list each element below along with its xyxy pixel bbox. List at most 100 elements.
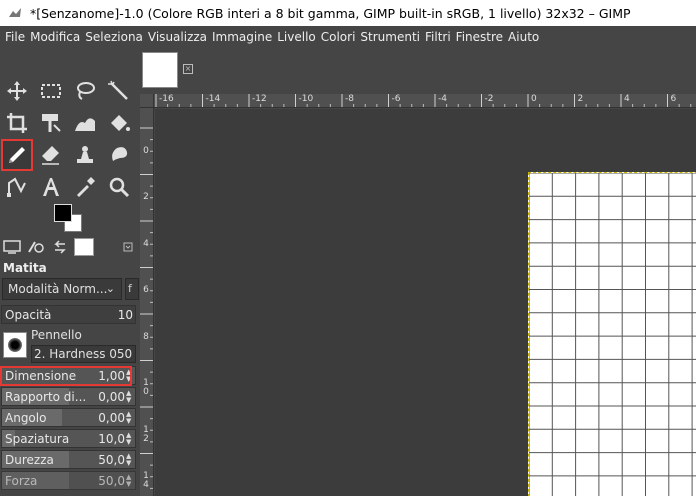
force-slider[interactable]: Forza 50,0 ▲ ▼ bbox=[1, 471, 136, 490]
device-status-tab[interactable] bbox=[26, 238, 46, 256]
move-icon bbox=[7, 81, 27, 101]
menu-finestre[interactable]: Finestre bbox=[455, 30, 507, 44]
brush-name[interactable]: 2. Hardness 050 bbox=[31, 345, 136, 363]
dock-menu-icon[interactable] bbox=[123, 241, 133, 252]
canvas-area[interactable] bbox=[155, 109, 696, 496]
angle-label: Angolo bbox=[5, 411, 47, 425]
menu-modifica[interactable]: Modifica bbox=[29, 30, 84, 44]
image-tab-bar: × bbox=[137, 48, 696, 94]
device-status-icon bbox=[28, 241, 44, 253]
ratio-value: 0,00 bbox=[98, 390, 125, 404]
lasso-icon bbox=[77, 82, 95, 100]
opacity-label: Opacità bbox=[5, 308, 52, 322]
transform-icon bbox=[42, 114, 61, 132]
spin-arrows-icon[interactable]: ▲ ▼ bbox=[126, 432, 134, 446]
ruler-tick-label: 2 bbox=[577, 94, 584, 104]
opacity-slider[interactable]: Opacità 10 bbox=[1, 305, 136, 324]
spin-arrows-icon[interactable]: ▲ ▼ bbox=[126, 453, 134, 467]
ruler-tick-label: -8 bbox=[345, 94, 354, 104]
ruler-tick-label: -12 bbox=[252, 94, 267, 104]
chevron-down-icon: ⌄ bbox=[105, 282, 115, 295]
spacing-slider[interactable]: Spaziatura 10,0 ▲ ▼ bbox=[1, 429, 136, 448]
hardness-value: 50,0 bbox=[98, 453, 125, 467]
ruler-tick-label: 12 bbox=[143, 424, 149, 444]
color-picker-icon bbox=[77, 177, 95, 197]
ruler-tick-label: 6 bbox=[670, 94, 677, 104]
zoom-icon bbox=[109, 177, 130, 198]
color-picker-tool[interactable] bbox=[70, 172, 100, 202]
bucket-fill-icon bbox=[111, 115, 130, 131]
ruler-tick-label: 0 bbox=[143, 145, 149, 156]
ruler-tick-label: 2 bbox=[143, 192, 149, 202]
undo-history-tab[interactable] bbox=[50, 238, 70, 256]
fg-bg-colors[interactable] bbox=[52, 202, 86, 232]
spin-arrows-icon[interactable]: ▲ ▼ bbox=[126, 411, 134, 425]
transform-tool[interactable] bbox=[36, 108, 66, 138]
ruler-tick-label: 2 bbox=[142, 108, 150, 109]
text-icon bbox=[43, 178, 59, 196]
tool-options-tab[interactable] bbox=[2, 238, 22, 256]
vertical-ruler[interactable]: 2 0 2 4 6 8 10 12 14 bbox=[140, 108, 154, 496]
brush-preview[interactable] bbox=[3, 332, 27, 358]
angle-slider[interactable]: Angolo 0,00 ▲ ▼ bbox=[1, 408, 136, 427]
foreground-color-swatch[interactable] bbox=[54, 204, 72, 222]
fuzzy-select-tool[interactable] bbox=[104, 76, 134, 106]
menu-filtri[interactable]: Filtri bbox=[424, 30, 455, 44]
undo-history-icon bbox=[54, 240, 66, 254]
path-tool[interactable] bbox=[2, 172, 32, 202]
mode-dropdown[interactable]: Modalità Norm... ⌄ bbox=[2, 278, 122, 300]
ruler-tick-label: 6 bbox=[143, 285, 149, 295]
zoom-tool[interactable] bbox=[104, 172, 134, 202]
path-icon bbox=[7, 177, 26, 197]
angle-value: 0,00 bbox=[98, 411, 125, 425]
text-tool[interactable] bbox=[36, 172, 66, 202]
smudge-tool[interactable] bbox=[104, 140, 134, 170]
horizontal-ruler[interactable]: -16 -14 -12 -10 -8 -6 -4 -2 0 2 4 6 bbox=[154, 94, 696, 108]
menu-visualizza[interactable]: Visualizza bbox=[147, 30, 211, 44]
fuzzy-select-icon bbox=[108, 80, 128, 100]
gimp-logo-icon bbox=[6, 4, 24, 22]
close-icon[interactable]: × bbox=[183, 64, 193, 74]
hardness-slider[interactable]: Durezza 50,0 ▲ ▼ bbox=[1, 450, 136, 469]
warp-tool[interactable] bbox=[70, 108, 100, 138]
force-label: Forza bbox=[5, 474, 38, 488]
bucket-fill-tool[interactable] bbox=[104, 108, 134, 138]
menu-bar: File Modifica Seleziona Visualizza Immag… bbox=[0, 26, 696, 48]
menu-aiuto[interactable]: Aiuto bbox=[507, 30, 543, 44]
lasso-tool[interactable] bbox=[70, 76, 100, 106]
force-value: 50,0 bbox=[98, 474, 125, 488]
image-thumbnail-tab[interactable] bbox=[142, 52, 178, 88]
ratio-slider[interactable]: Rapporto di... 0,00 ▲ ▼ bbox=[1, 387, 136, 406]
image-canvas[interactable] bbox=[528, 172, 696, 496]
eraser-tool[interactable] bbox=[36, 140, 66, 170]
ratio-label: Rapporto di... bbox=[5, 390, 87, 404]
menu-immagine[interactable]: Immagine bbox=[211, 30, 276, 44]
menu-colori[interactable]: Colori bbox=[320, 30, 360, 44]
rect-select-tool[interactable] bbox=[36, 76, 66, 106]
pencil-icon bbox=[9, 147, 25, 163]
ruler-tick-label: 0 bbox=[531, 94, 537, 104]
ruler-tick-label: 8 bbox=[143, 331, 149, 342]
menu-strumenti[interactable]: Strumenti bbox=[359, 30, 424, 44]
opacity-value: 10 bbox=[117, 308, 133, 322]
pencil-tool[interactable] bbox=[1, 139, 33, 171]
ruler-tick-label: 14 bbox=[143, 471, 149, 490]
window-title: *[Senzanome]-1.0 (Colore RGB interi a 8 … bbox=[30, 5, 631, 21]
clone-icon bbox=[77, 146, 93, 163]
clone-tool[interactable] bbox=[70, 140, 100, 170]
crop-tool[interactable] bbox=[2, 108, 32, 138]
ruler-tick-label: -14 bbox=[205, 94, 221, 104]
hardness-label: Durezza bbox=[5, 453, 54, 467]
ruler-corner[interactable] bbox=[140, 94, 154, 108]
menu-file[interactable]: File bbox=[4, 30, 29, 44]
ruler-tick-label: -16 bbox=[159, 94, 174, 104]
spin-arrows-icon[interactable]: ▲ ▼ bbox=[126, 390, 134, 404]
menu-seleziona[interactable]: Seleziona bbox=[84, 30, 147, 44]
images-tab[interactable] bbox=[74, 238, 94, 256]
smudge-icon bbox=[112, 147, 128, 161]
brush-label: Pennello bbox=[31, 328, 82, 342]
spin-arrows-icon[interactable]: ▲ ▼ bbox=[126, 474, 134, 488]
move-tool[interactable] bbox=[2, 76, 32, 106]
menu-livello[interactable]: Livello bbox=[276, 30, 320, 44]
mode-extra-button[interactable]: f bbox=[125, 278, 139, 300]
